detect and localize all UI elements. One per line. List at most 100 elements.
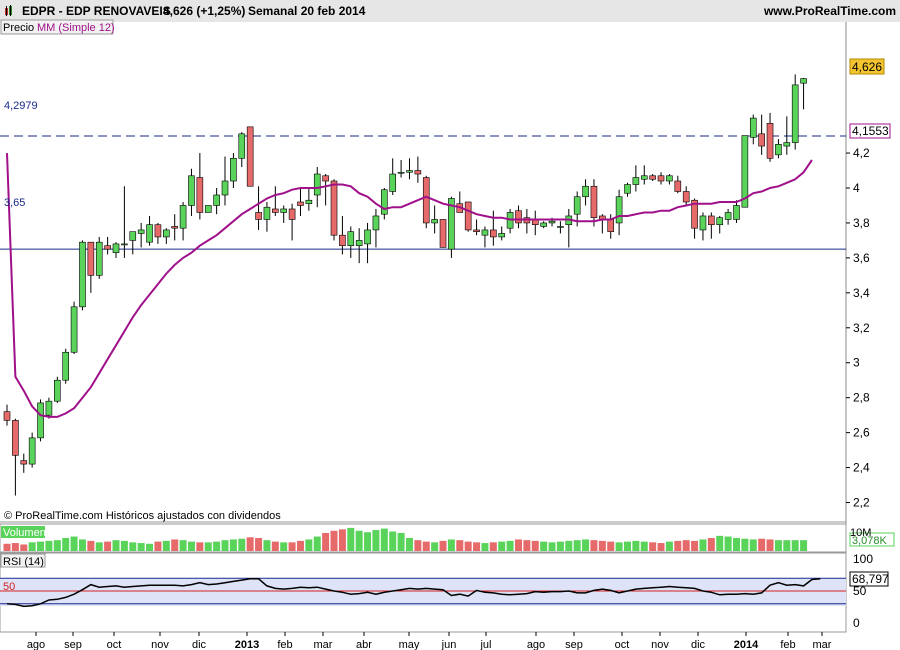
volume-bar <box>523 540 531 551</box>
x-tick-label: dic <box>192 639 207 650</box>
volume-bar <box>481 543 489 551</box>
candle-body <box>749 117 757 138</box>
candle-body <box>422 177 430 224</box>
candle-body <box>104 245 111 250</box>
candle-body <box>716 217 724 225</box>
rsi-mid-label: 50 <box>3 581 15 593</box>
volume-bar <box>456 540 464 551</box>
volume-bar <box>657 543 665 551</box>
x-tick-label: sep <box>64 639 82 650</box>
candle-body <box>515 210 522 224</box>
rsi-tick-label: 100 <box>853 552 873 566</box>
volume-bar <box>649 542 657 551</box>
price-tick-label: 2,6 <box>853 426 870 440</box>
price-tick-label: 3,2 <box>853 321 870 335</box>
candle-body <box>154 224 162 238</box>
volume-bar <box>221 540 229 551</box>
volume-bar <box>691 540 699 551</box>
candle-body <box>221 180 229 196</box>
rsi-last-value: 68,797 <box>852 572 889 586</box>
x-tick-label: feb <box>780 639 795 650</box>
candle-body <box>590 185 598 219</box>
candle-body <box>791 84 799 143</box>
volume-bar <box>766 539 774 551</box>
volume-bar <box>732 538 740 551</box>
price-panel-bg <box>0 22 846 522</box>
ma-last-value: 4,1553 <box>852 124 889 138</box>
candle-body <box>146 224 153 243</box>
candle-body <box>431 219 438 224</box>
chart-canvas[interactable]: 2,2 2,4 2,6 2,8 3 3,2 3,4 3,6 3,8 4 4,2 0 50 100 ago se… <box>0 0 900 650</box>
volume-bar <box>405 538 413 551</box>
x-tick-label: nov <box>651 639 669 650</box>
volume-bar <box>229 539 237 551</box>
candle-body <box>649 175 656 180</box>
candle-body <box>112 243 120 253</box>
ma-legend-label: MM (Simple 12) <box>37 22 115 34</box>
volume-bar <box>37 541 45 551</box>
volume-bar <box>28 542 36 551</box>
volume-bar <box>615 542 623 551</box>
candle-body <box>305 199 313 205</box>
price-tick-label: 4,2 <box>853 146 870 160</box>
candle-body <box>464 201 472 231</box>
volume-bar <box>724 536 732 551</box>
candle-body <box>473 229 480 232</box>
volume-legend-label: Volumen <box>3 527 46 539</box>
candle-body <box>381 189 388 215</box>
volume-bar <box>439 540 447 551</box>
rsi-band <box>0 578 846 606</box>
candle-body <box>28 437 36 465</box>
x-tick-label: oct <box>107 639 122 650</box>
volume-bar <box>187 541 195 551</box>
candle-body <box>12 420 19 456</box>
candle-body <box>372 215 380 231</box>
volume-bar <box>213 541 221 551</box>
volume-bar <box>556 541 564 551</box>
candle-body <box>666 175 673 182</box>
volume-bar <box>791 540 799 551</box>
x-tick-label: ago <box>27 639 45 650</box>
candle-body <box>20 460 28 465</box>
volume-bar <box>204 542 212 551</box>
volume-bar <box>322 532 330 551</box>
candle-body <box>179 205 187 229</box>
volume-bar <box>783 540 791 551</box>
volume-bar <box>489 542 497 551</box>
volume-bar <box>623 541 631 551</box>
candle-body <box>708 215 715 225</box>
volume-bar <box>531 540 539 551</box>
volume-bar <box>741 538 749 551</box>
candle-body <box>355 240 363 246</box>
price-tick-label: 3,4 <box>853 286 870 300</box>
volume-bar <box>112 540 120 551</box>
candle-body <box>230 157 237 182</box>
volume-bar <box>464 541 472 551</box>
candle-body <box>548 220 556 224</box>
volume-bar <box>640 541 648 551</box>
volume-bar <box>20 544 28 551</box>
volume-bar <box>313 536 321 551</box>
candle-body <box>557 226 564 228</box>
rsi-legend-label: RSI (14) <box>3 556 44 568</box>
candle-body <box>775 144 782 156</box>
candle-body <box>406 170 413 173</box>
candle-body <box>439 219 447 248</box>
x-tick-label: mar <box>813 639 832 650</box>
volume-bar <box>473 542 481 551</box>
candle-body <box>188 175 195 206</box>
price-tick-label: 3 <box>853 356 860 370</box>
x-tick-label: oct <box>615 639 630 650</box>
volume-bar <box>62 538 70 551</box>
volume-bar <box>573 540 581 551</box>
volume-bar <box>699 539 707 551</box>
volume-bar <box>238 538 246 551</box>
volume-bar <box>364 532 372 551</box>
x-tick-label: ago <box>527 639 545 650</box>
candle-body <box>339 234 346 246</box>
candle-body <box>766 123 774 159</box>
x-tick-label: mar <box>314 639 333 650</box>
candle-body <box>213 194 220 206</box>
candle-body <box>121 243 128 246</box>
volume-bar <box>347 527 355 551</box>
